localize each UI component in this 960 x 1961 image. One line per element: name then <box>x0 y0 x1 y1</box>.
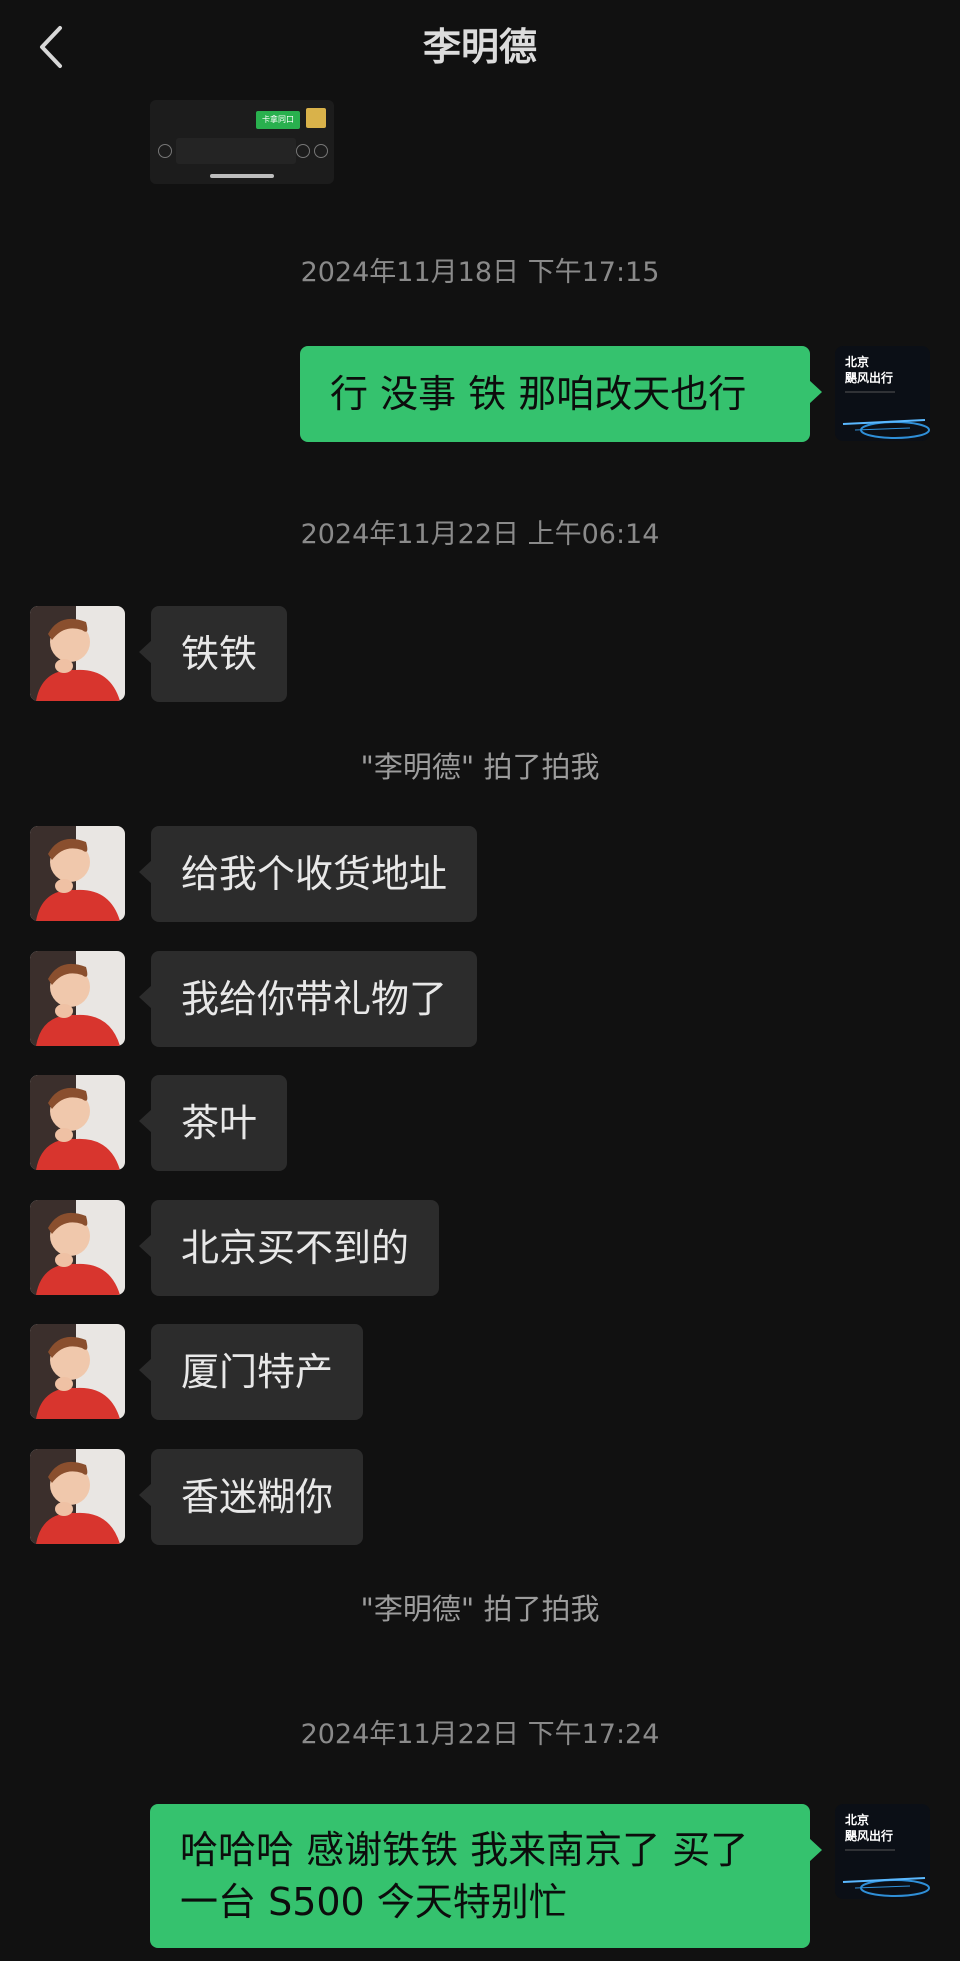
timestamp: 2024年11月22日 下午17:24 <box>300 1719 660 1750</box>
message-text: 我给你带礼物了 <box>181 977 448 1021</box>
incoming-message[interactable]: 北京买不到的 <box>138 1200 440 1296</box>
pat-notification: "李明德" 拍了拍我 <box>360 750 600 784</box>
plus-icon <box>314 144 328 158</box>
emoji-icon <box>296 144 310 158</box>
top-bar: 李明德 <box>0 0 960 96</box>
thumbnail-input <box>176 138 296 164</box>
my-avatar-line1: 北京 <box>845 1812 869 1827</box>
message-text: 铁铁 <box>181 632 258 676</box>
my-avatar[interactable]: 北京 颶风出行 <box>835 1804 930 1899</box>
message-text: 行 没事 铁 那咱改天也行 <box>330 372 747 416</box>
message-text: 茶叶 <box>181 1101 258 1145</box>
message-text-line: 一台 S500 今天特别忙 <box>180 1880 567 1924</box>
thumbnail-label: 卡拿同口 <box>256 111 300 129</box>
outgoing-message[interactable]: 行 没事 铁 那咱改天也行 <box>300 346 822 442</box>
timestamp: 2024年11月22日 上午06:14 <box>300 519 660 550</box>
my-avatar-line2: 颶风出行 <box>845 1828 893 1843</box>
contact-avatar[interactable] <box>30 1449 125 1544</box>
chat-title: 李明德 <box>422 25 537 69</box>
message-text: 厦门特产 <box>181 1350 334 1394</box>
my-avatar-line2: 颶风出行 <box>845 370 893 385</box>
my-avatar-line1: 北京 <box>845 354 869 369</box>
message-text: 给我个收货地址 <box>181 852 448 896</box>
incoming-message[interactable]: 香迷糊你 <box>138 1449 364 1545</box>
outgoing-message[interactable]: 哈哈哈 感谢铁铁 我来南京了 买了 一台 S500 今天特别忙 <box>150 1804 822 1948</box>
contact-avatar[interactable] <box>30 606 125 701</box>
incoming-message[interactable]: 茶叶 <box>138 1075 288 1171</box>
message-text: 香迷糊你 <box>181 1475 334 1519</box>
message-text-line: 哈哈哈 感谢铁铁 我来南京了 买了 <box>180 1828 749 1872</box>
my-avatar[interactable]: 北京 颶风出行 <box>835 346 930 441</box>
incoming-message[interactable]: 我给你带礼物了 <box>138 951 478 1047</box>
message-text: 北京买不到的 <box>181 1226 410 1270</box>
image-message-thumbnail[interactable]: 卡拿同口 <box>150 100 334 184</box>
contact-avatar[interactable] <box>30 1075 125 1170</box>
contact-avatar[interactable] <box>30 826 125 921</box>
incoming-message[interactable]: 给我个收货地址 <box>138 826 478 922</box>
voice-icon <box>158 144 172 158</box>
contact-avatar[interactable] <box>30 951 125 1046</box>
incoming-message[interactable]: 厦门特产 <box>138 1324 364 1420</box>
pat-notification: "李明德" 拍了拍我 <box>360 1592 600 1626</box>
incoming-message[interactable]: 铁铁 <box>138 606 288 702</box>
contact-avatar[interactable] <box>30 1200 125 1295</box>
thumbnail-avatar <box>306 108 326 128</box>
timestamp: 2024年11月18日 下午17:15 <box>300 257 660 288</box>
contact-avatar[interactable] <box>30 1324 125 1419</box>
home-indicator <box>210 174 274 178</box>
